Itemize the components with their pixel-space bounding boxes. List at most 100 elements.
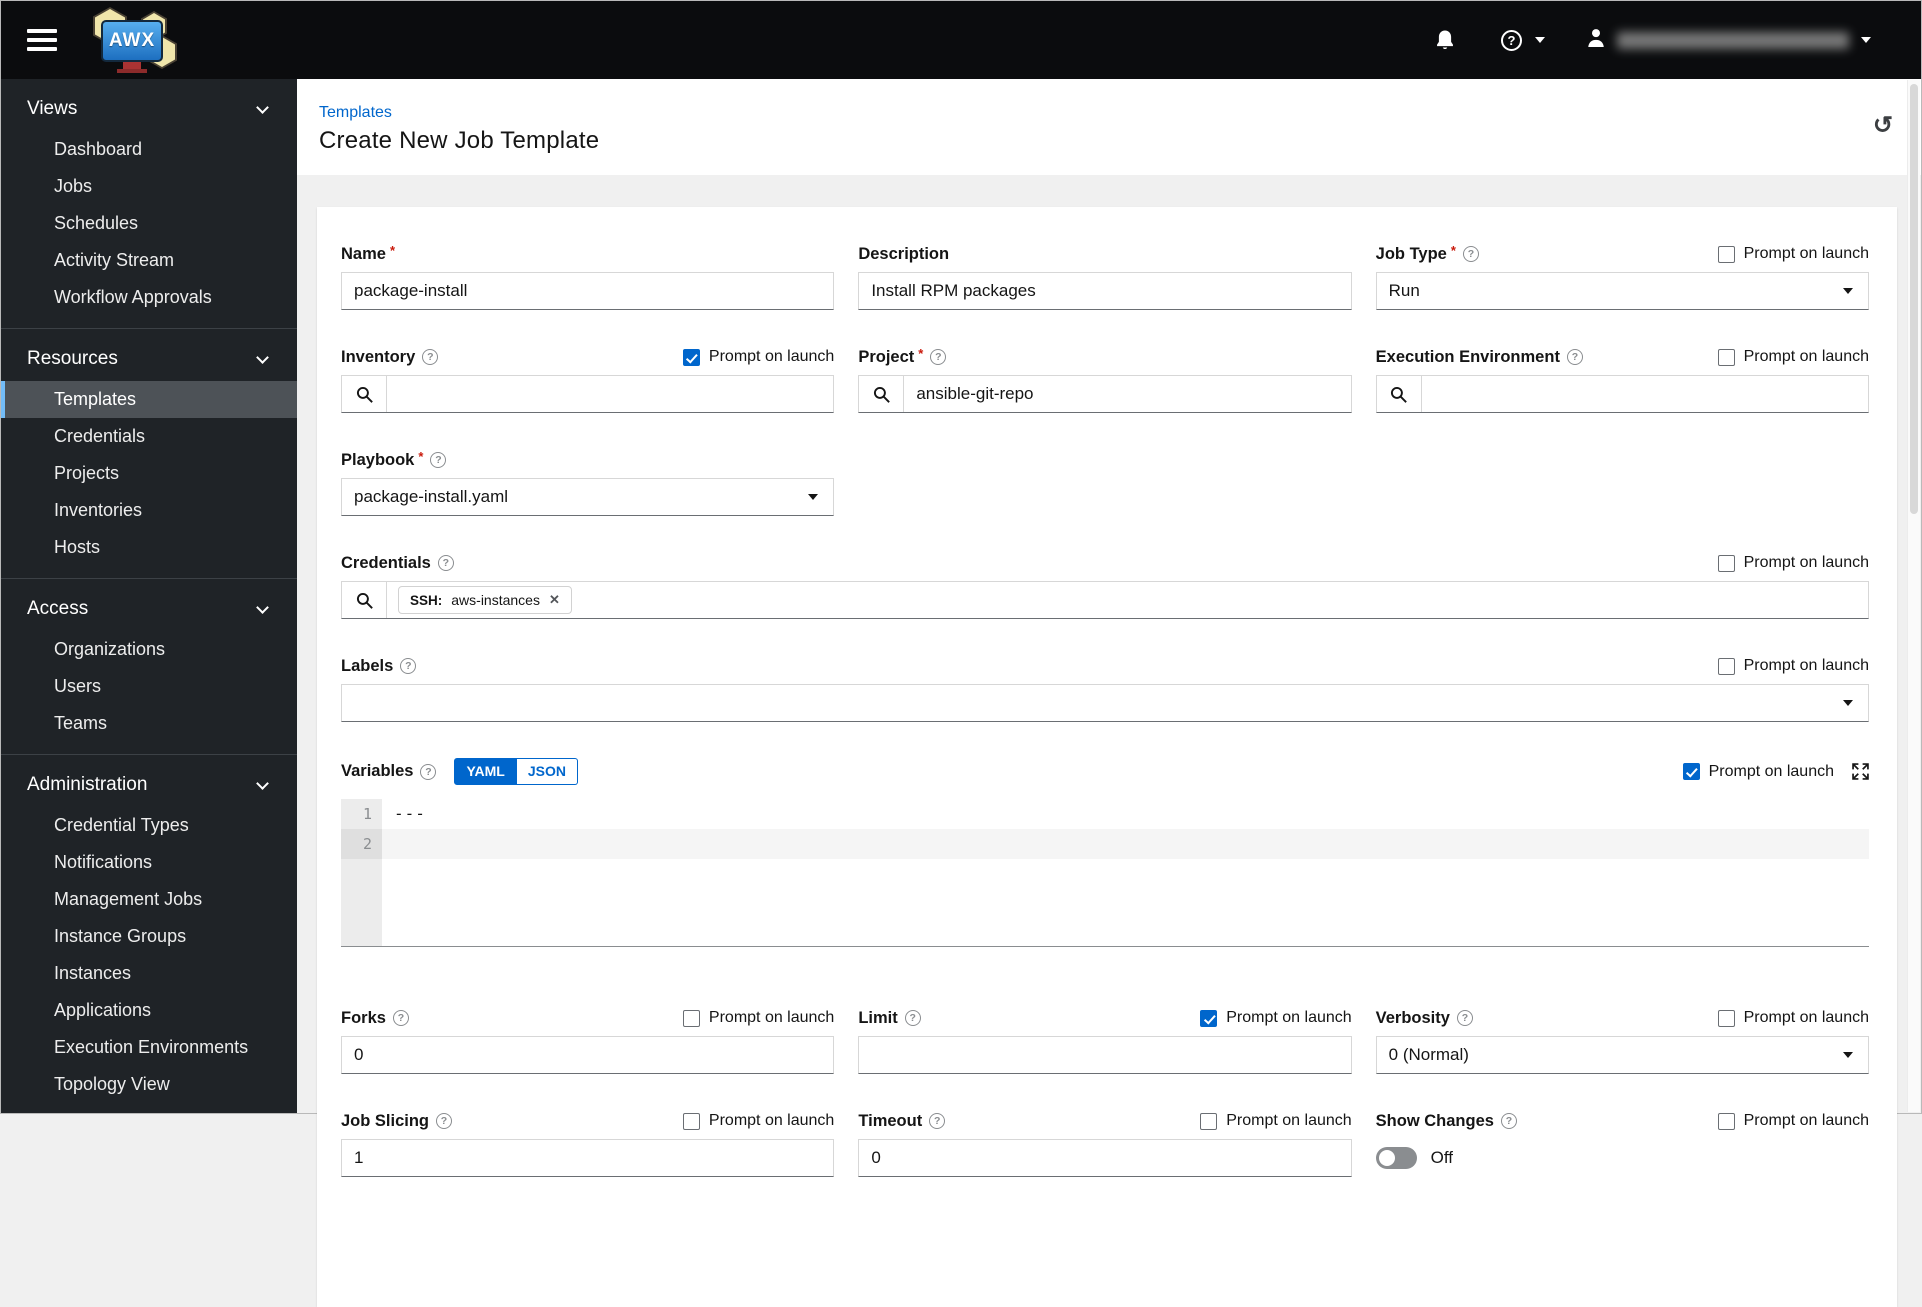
job-type-select[interactable]: Run	[1375, 272, 1869, 310]
job-type-label: Job Type	[1375, 244, 1447, 263]
nav-toggle-button[interactable]	[27, 29, 57, 51]
credentials-search-icon[interactable]	[342, 582, 387, 618]
timeout-input[interactable]	[858, 1139, 1352, 1177]
variables-prompt-on-launch[interactable]: Prompt on launch	[1682, 763, 1834, 781]
project-input[interactable]	[904, 376, 1351, 412]
playbook-select[interactable]: package-install.yaml	[341, 478, 835, 516]
sidebar-item-schedules[interactable]: Schedules	[1, 205, 297, 242]
sidebar-item-execution-environments[interactable]: Execution Environments	[1, 1029, 297, 1066]
sidebar-section-resources[interactable]: Resources	[1, 337, 297, 381]
credential-chip-remove-icon[interactable]: ✕	[549, 592, 560, 608]
sidebar-item-dashboard[interactable]: Dashboard	[1, 131, 297, 168]
prompt-checkbox[interactable]	[682, 348, 700, 366]
project-help-icon[interactable]	[930, 349, 947, 365]
job-type-help-icon[interactable]	[1462, 246, 1479, 262]
sidebar-item-management-jobs[interactable]: Management Jobs	[1, 881, 297, 918]
sidebar-item-credentials[interactable]: Credentials	[1, 418, 297, 455]
sidebar-item-instance-groups[interactable]: Instance Groups	[1, 918, 297, 955]
verbosity-help-icon[interactable]	[1456, 1010, 1473, 1026]
job-slicing-help-icon[interactable]	[436, 1113, 453, 1129]
inventory-search-icon[interactable]	[342, 376, 387, 412]
verbosity-select[interactable]: 0 (Normal)	[1375, 1036, 1869, 1074]
prompt-checkbox[interactable]	[1717, 1009, 1735, 1027]
limit-help-icon[interactable]	[904, 1010, 921, 1026]
prompt-checkbox[interactable]	[1200, 1112, 1218, 1130]
sidebar-item-applications[interactable]: Applications	[1, 992, 297, 1029]
field-show-changes: Show Changes Prompt on launch Off	[1375, 1110, 1869, 1177]
inventory-input[interactable]	[387, 376, 834, 412]
prompt-checkbox[interactable]	[682, 1112, 700, 1130]
limit-prompt-on-launch[interactable]: Prompt on launch	[1200, 1009, 1352, 1027]
job-type-prompt-on-launch[interactable]: Prompt on launch	[1717, 245, 1869, 263]
prompt-checkbox[interactable]	[1717, 245, 1735, 263]
prompt-checkbox[interactable]	[1200, 1009, 1218, 1027]
show-changes-toggle[interactable]	[1375, 1147, 1417, 1169]
sidebar-item-notifications[interactable]: Notifications	[1, 844, 297, 881]
labels-prompt-on-launch[interactable]: Prompt on launch	[1717, 657, 1869, 675]
sidebar-section-administration[interactable]: Administration	[1, 763, 297, 807]
timeout-help-icon[interactable]	[929, 1113, 946, 1129]
sidebar-item-projects[interactable]: Projects	[1, 455, 297, 492]
help-caret-down-icon[interactable]	[1535, 37, 1545, 43]
field-project: Project *	[858, 346, 1352, 413]
variables-help-icon[interactable]	[420, 763, 437, 780]
caret-down-icon	[1843, 1052, 1853, 1058]
sidebar-item-topology-view[interactable]: Topology View	[1, 1066, 297, 1103]
notifications-bell-icon[interactable]	[1435, 29, 1455, 51]
prompt-checkbox[interactable]	[1717, 657, 1735, 675]
help-icon[interactable]	[1501, 29, 1522, 51]
sidebar-item-users[interactable]: Users	[1, 668, 297, 705]
sidebar-item-organizations[interactable]: Organizations	[1, 631, 297, 668]
prompt-checkbox[interactable]	[682, 1009, 700, 1027]
sidebar-section-views[interactable]: Views	[1, 87, 297, 131]
execution-environment-input[interactable]	[1421, 376, 1868, 412]
sidebar-item-templates[interactable]: Templates	[1, 381, 297, 418]
scrollbar-thumb[interactable]	[1910, 84, 1918, 514]
limit-input[interactable]	[858, 1036, 1352, 1074]
execution-environment-search-icon[interactable]	[1376, 376, 1422, 412]
yaml-tab[interactable]: YAML	[454, 758, 517, 785]
project-search-icon[interactable]	[859, 376, 905, 412]
sidebar-section-access[interactable]: Access	[1, 587, 297, 631]
prompt-checkbox[interactable]	[1717, 1112, 1735, 1130]
expand-editor-icon[interactable]	[1852, 763, 1869, 780]
labels-select[interactable]	[341, 684, 1869, 722]
breadcrumb-templates-link[interactable]: Templates	[319, 104, 392, 121]
prompt-checkbox[interactable]	[1717, 554, 1735, 572]
credentials-help-icon[interactable]	[437, 555, 454, 571]
job-slicing-prompt-on-launch[interactable]: Prompt on launch	[682, 1112, 834, 1130]
execution-environment-prompt-on-launch[interactable]: Prompt on launch	[1717, 348, 1869, 366]
sidebar-item-inventories[interactable]: Inventories	[1, 492, 297, 529]
inventory-help-icon[interactable]	[422, 349, 439, 365]
editor-code-area[interactable]: ---	[382, 799, 1869, 946]
sidebar-item-credential-types[interactable]: Credential Types	[1, 807, 297, 844]
history-icon[interactable]: ↺	[1873, 114, 1893, 138]
job-slicing-input[interactable]	[341, 1139, 835, 1177]
variables-code-editor[interactable]: 1 2 ---	[341, 799, 1869, 947]
sidebar-item-workflow-approvals[interactable]: Workflow Approvals	[1, 279, 297, 316]
sidebar-item-instances[interactable]: Instances	[1, 955, 297, 992]
credentials-prompt-on-launch[interactable]: Prompt on launch	[1717, 554, 1869, 572]
inventory-prompt-on-launch[interactable]: Prompt on launch	[682, 348, 834, 366]
prompt-checkbox[interactable]	[1717, 348, 1735, 366]
forks-input[interactable]	[341, 1036, 835, 1074]
awx-logo[interactable]: AWX	[85, 7, 181, 73]
timeout-prompt-on-launch[interactable]: Prompt on launch	[1200, 1112, 1352, 1130]
execution-environment-help-icon[interactable]	[1566, 349, 1583, 365]
show-changes-prompt-on-launch[interactable]: Prompt on launch	[1717, 1112, 1869, 1130]
json-tab[interactable]: JSON	[516, 758, 578, 785]
description-input[interactable]	[858, 272, 1352, 310]
sidebar-item-hosts[interactable]: Hosts	[1, 529, 297, 566]
sidebar-item-activity-stream[interactable]: Activity Stream	[1, 242, 297, 279]
playbook-help-icon[interactable]	[430, 452, 447, 468]
sidebar-item-jobs[interactable]: Jobs	[1, 168, 297, 205]
name-input[interactable]	[341, 272, 835, 310]
user-menu[interactable]	[1587, 28, 1871, 53]
forks-prompt-on-launch[interactable]: Prompt on launch	[682, 1009, 834, 1027]
labels-help-icon[interactable]	[400, 658, 417, 674]
sidebar-item-teams[interactable]: Teams	[1, 705, 297, 742]
show-changes-help-icon[interactable]	[1500, 1113, 1517, 1129]
prompt-checkbox[interactable]	[1682, 763, 1700, 780]
verbosity-prompt-on-launch[interactable]: Prompt on launch	[1717, 1009, 1869, 1027]
forks-help-icon[interactable]	[392, 1010, 409, 1026]
